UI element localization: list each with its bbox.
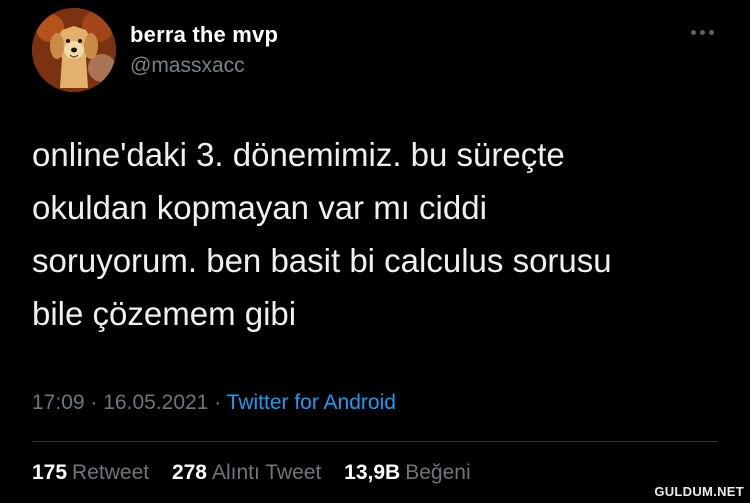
tweet-text: online'daki 3. dönemimiz. bu süreçte oku…	[32, 128, 722, 340]
more-options-icon[interactable]	[691, 30, 714, 35]
tweet-line: soruyorum. ben basit bi calculus sorusu	[32, 242, 612, 279]
golden-retriever-icon	[32, 8, 116, 92]
like-count[interactable]: 13,9B Beğeni	[344, 461, 470, 485]
more-dot	[709, 30, 714, 35]
retweet-label: Retweet	[72, 461, 150, 484]
meta-separator: ·	[214, 391, 222, 414]
tweet-date[interactable]: 16.05.2021	[103, 391, 208, 414]
tweet-line: okuldan kopmayan var mı ciddi	[32, 189, 487, 226]
quote-tweet-count[interactable]: 278 Alıntı Tweet	[172, 461, 321, 485]
display-name[interactable]: berra the mvp	[130, 22, 278, 48]
retweet-count-value: 175	[32, 461, 68, 484]
tweet-stats: 175 Retweet 278 Alıntı Tweet 13,9B Beğeni	[32, 461, 488, 485]
quote-count-value: 278	[171, 461, 207, 484]
retweet-count[interactable]: 175 Retweet	[32, 461, 149, 485]
like-label: Beğeni	[405, 461, 471, 484]
like-count-value: 13,9B	[344, 461, 401, 484]
tweet-header: berra the mvp @massxacc	[32, 8, 718, 94]
more-dot	[700, 30, 705, 35]
tweet-line: online'daki 3. dönemimiz. bu süreçte	[32, 136, 565, 173]
tweet-line: bile çözemem gibi	[32, 295, 297, 332]
more-dot	[691, 30, 696, 35]
meta-separator: ·	[90, 391, 98, 414]
divider	[32, 441, 718, 442]
tweet-time[interactable]: 17:09	[32, 391, 85, 414]
tweet-meta: 17:09 · 16.05.2021 · Twitter for Android	[32, 391, 396, 415]
tweet-source-link[interactable]: Twitter for Android	[227, 391, 396, 414]
user-handle[interactable]: @massxacc	[130, 54, 245, 78]
avatar[interactable]	[32, 8, 116, 92]
quote-label: Alıntı Tweet	[211, 461, 322, 484]
watermark: GULDUM.NET	[654, 484, 744, 499]
